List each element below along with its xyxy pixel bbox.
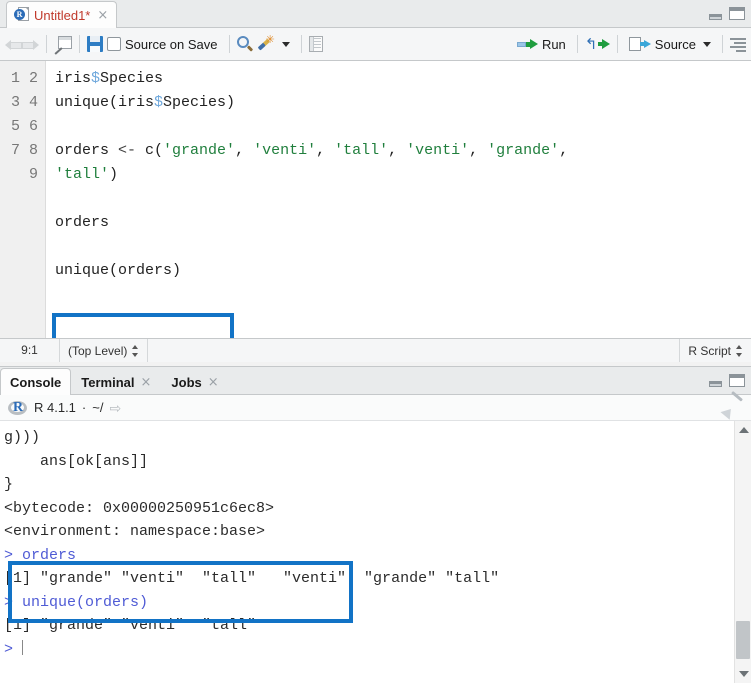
code-line-2: unique(iris$Species): [55, 94, 236, 111]
stepper-icon: [736, 344, 743, 357]
console-line: <bytecode: 0x00000250951c6ec8>: [4, 499, 275, 517]
source-label: Source: [654, 36, 696, 52]
console-line: [1] "grande" "venti" "tall": [4, 617, 257, 634]
console-window-controls: [709, 374, 745, 387]
scope-selector[interactable]: (Top Level): [60, 339, 149, 362]
text-cursor: [22, 639, 24, 655]
tab-terminal[interactable]: Terminal ×: [71, 368, 161, 395]
cursor-position: 9:1: [0, 339, 60, 362]
close-icon[interactable]: ×: [95, 9, 108, 22]
toolbar-divider: [228, 35, 230, 53]
tab-terminal-label: Terminal: [81, 374, 135, 390]
source-window-controls: [709, 7, 745, 20]
minimize-icon[interactable]: [709, 14, 722, 20]
source-tab-title: Untitled1*: [34, 7, 91, 23]
run-button[interactable]: Run: [513, 35, 570, 54]
console-body[interactable]: g))) ans[ok[ans]] } <bytecode: 0x0000025…: [0, 421, 751, 683]
console-tabbar: Console Terminal × Jobs ×: [0, 367, 751, 395]
minimize-icon[interactable]: [709, 381, 722, 387]
forward-arrow-icon[interactable]: [22, 38, 39, 51]
console-line: ans[ok[ans]]: [4, 452, 149, 470]
file-type-selector[interactable]: R Script: [679, 339, 751, 362]
r-document-icon: R: [14, 7, 29, 23]
close-icon[interactable]: ×: [208, 375, 219, 390]
scroll-up-icon[interactable]: [739, 427, 749, 433]
tab-console-label: Console: [10, 374, 62, 390]
toolbar-divider: [300, 35, 302, 53]
code-line-4: orders <- c('grande', 'venti', 'tall', '…: [55, 142, 569, 183]
console-output[interactable]: g))) ans[ok[ans]] } <bytecode: 0x0000025…: [0, 421, 734, 683]
show-in-new-window-icon[interactable]: [54, 36, 72, 55]
editor-code-area[interactable]: iris$Species unique(iris$Species) orders…: [46, 61, 751, 338]
code-line-6: orders: [55, 214, 110, 231]
document-outline-icon[interactable]: [730, 37, 746, 52]
broom-clear-console-icon[interactable]: [720, 390, 743, 420]
scroll-down-icon[interactable]: [739, 671, 749, 677]
editor-gutter: 1 2 3 4 5 6 7 8 9: [0, 61, 46, 338]
console-scrollbar[interactable]: [734, 421, 751, 683]
tab-jobs[interactable]: Jobs ×: [161, 368, 228, 395]
console-line: [1] "grande" "venti" "tall" "venti" "gra…: [4, 570, 500, 587]
code-line-1: iris$Species: [55, 70, 164, 87]
magic-wand-icon: ✳: [257, 34, 275, 53]
source-toolbar: Source on Save ✳ Run ↰ Source: [0, 28, 751, 61]
source-tabbar: R Untitled1* ×: [0, 0, 751, 28]
source-on-save-label: Source on Save: [125, 36, 218, 52]
tab-console[interactable]: Console: [0, 368, 72, 395]
source-icon: [628, 36, 651, 52]
maximize-icon[interactable]: [729, 7, 745, 20]
console-pane: Console Terminal × Jobs × R R 4.1.1 · ~/…: [0, 366, 751, 683]
console-prompt: >: [4, 640, 23, 658]
view-directory-icon[interactable]: ⇨: [109, 401, 121, 415]
r-logo-icon: R: [8, 400, 28, 416]
file-type-label: R Script: [688, 343, 731, 358]
run-label: Run: [541, 36, 566, 52]
code-tools-button[interactable]: ✳: [254, 34, 294, 55]
console-input-line: > unique(orders): [4, 593, 149, 611]
back-arrow-icon[interactable]: [5, 38, 22, 51]
separator-dot: ·: [81, 400, 87, 415]
find-replace-icon[interactable]: [236, 35, 254, 53]
tab-jobs-label: Jobs: [171, 374, 202, 390]
editor-statusbar: 9:1 (Top Level) R Script: [0, 338, 751, 362]
close-icon[interactable]: ×: [141, 375, 152, 390]
checkbox-icon[interactable]: [107, 37, 121, 51]
toolbar-divider: [79, 35, 80, 53]
maximize-icon[interactable]: [729, 374, 745, 387]
console-infobar: R R 4.1.1 · ~/ ⇨: [0, 390, 751, 421]
console-line: }: [4, 476, 14, 493]
source-tab-untitled1[interactable]: R Untitled1* ×: [6, 1, 118, 28]
toolbar-divider: [576, 35, 578, 53]
compile-report-icon[interactable]: [308, 36, 323, 52]
chevron-down-icon: [281, 41, 290, 47]
stepper-icon: [132, 344, 139, 357]
rerun-previous-icon[interactable]: ↰: [585, 37, 610, 52]
code-line-8: unique(orders): [55, 262, 182, 279]
toolbar-divider: [46, 35, 47, 53]
chevron-down-icon[interactable]: [703, 41, 711, 47]
code-editor[interactable]: 1 2 3 4 5 6 7 8 9 iris$Species unique(ir…: [0, 61, 751, 338]
source-on-save-toggle[interactable]: Source on Save: [103, 35, 222, 54]
run-icon: [516, 38, 538, 51]
console-line: <environment: namespace:base>: [4, 523, 266, 540]
source-button[interactable]: Source: [625, 35, 715, 54]
save-icon[interactable]: [87, 36, 103, 52]
working-directory-label[interactable]: ~/: [92, 400, 103, 415]
source-pane: R Untitled1* × Source on Save ✳ Run ↰ So…: [0, 0, 751, 362]
console-input-line: > orders: [4, 546, 77, 564]
toolbar-divider: [616, 35, 618, 53]
toolbar-divider: [722, 35, 723, 53]
scope-label: (Top Level): [68, 343, 128, 358]
scrollbar-thumb[interactable]: [736, 621, 750, 659]
r-version-label: R 4.1.1: [34, 400, 76, 415]
console-line: g))): [4, 429, 41, 446]
rstudio-window: R Untitled1* × Source on Save ✳ Run ↰ So…: [0, 0, 751, 683]
